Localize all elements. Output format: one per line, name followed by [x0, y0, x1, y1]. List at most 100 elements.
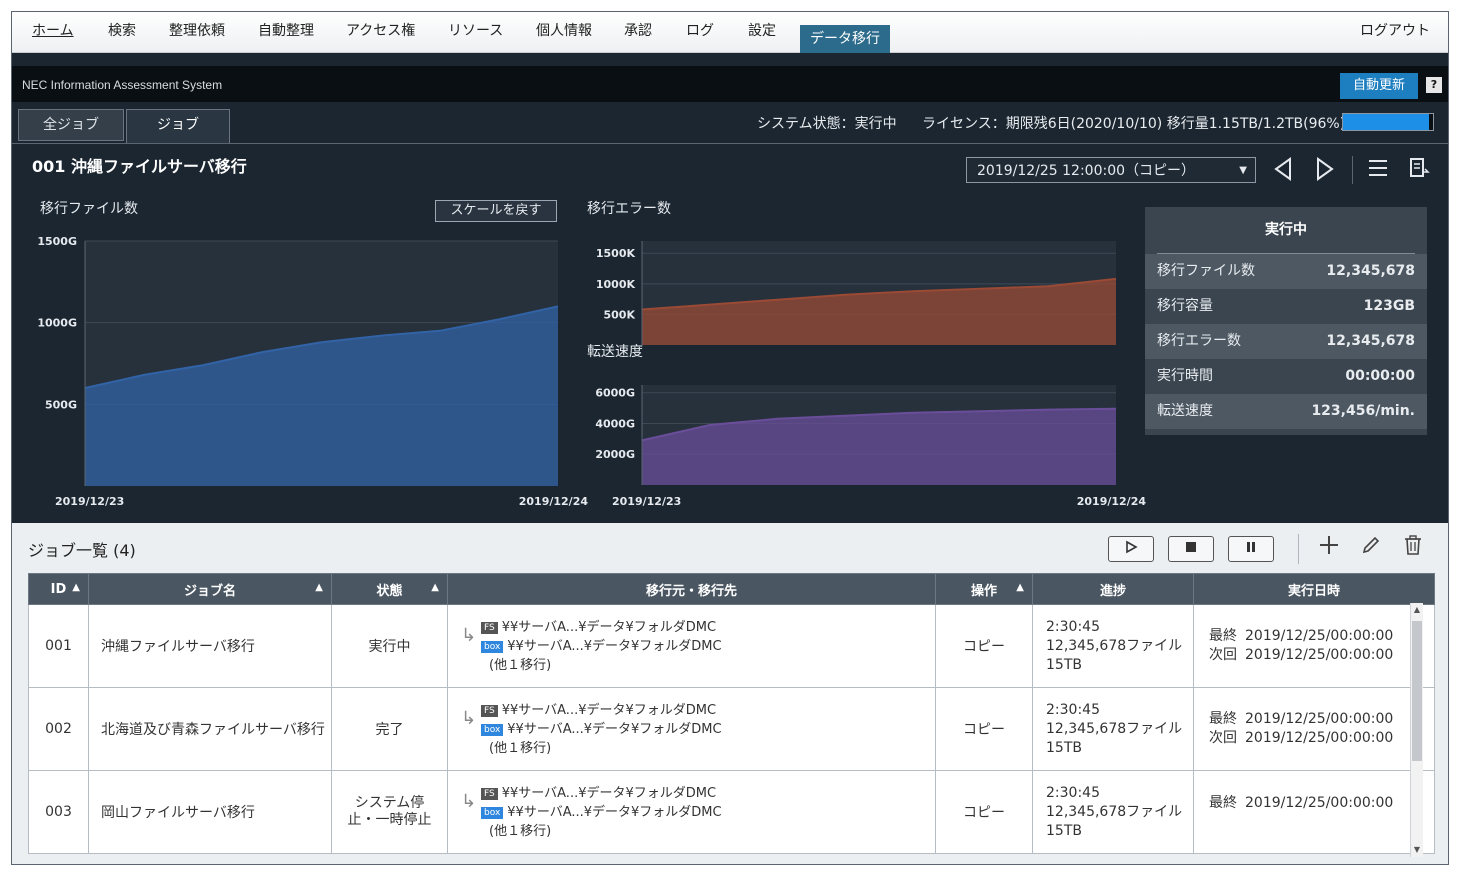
job-list-title: ジョブ一覧 (4) [28, 541, 136, 560]
menu-log[interactable]: ログ [686, 12, 714, 52]
stat-value: 12,345,678 [1326, 263, 1415, 279]
stat-label: 移行容量 [1157, 298, 1213, 314]
top-menu-bar: ホーム 検索 整理依頼 自動整理 アクセス権 リソース 個人情報 承認 ログ 設… [12, 12, 1448, 55]
menu-auto-cleanup[interactable]: 自動整理 [258, 12, 314, 52]
cell-source-destination: ↳ FS ¥¥サーバA...¥データ¥フォルダDMC box ¥¥サーバA...¥デ… [447, 770, 936, 854]
job-list-scrollbar[interactable]: ▲ ▼ [1410, 603, 1423, 857]
stat-row: 実行時間 00:00:00 [1145, 359, 1427, 394]
table-row[interactable]: 002 北海道及び青森ファイルサーバ移行 完了 ↳ FS ¥¥サーバA...¥デー… [28, 687, 1435, 771]
cell-id: 003 [28, 770, 89, 854]
reset-scale-button[interactable]: スケールを戻す [435, 200, 557, 222]
stat-label: 実行時間 [1157, 368, 1213, 384]
stat-row: 移行ファイル数 12,345,678 [1145, 254, 1427, 289]
scroll-down-icon[interactable]: ▼ [1411, 843, 1423, 857]
job-list-panel: ジョブ一覧 (4) ID ▲ ジョブ名 ▲ 状態 ▲ 移行元・移行先 操作 ▲ … [12, 523, 1448, 864]
stat-label: 移行エラー数 [1157, 333, 1241, 349]
menu-approval[interactable]: 承認 [624, 12, 652, 52]
y-tick-label: 1500K [596, 247, 636, 260]
tab-job[interactable]: ジョブ [126, 109, 230, 144]
stat-value: 12,345,678 [1326, 333, 1415, 349]
more-migrations: (他１移行) [489, 823, 552, 839]
chevron-down-icon: ▼ [1239, 165, 1247, 176]
license-usage-fill [1343, 114, 1430, 130]
stat-value: 00:00:00 [1345, 368, 1415, 384]
menu-personal-info[interactable]: 個人情報 [536, 12, 592, 52]
cell-source-destination: ↳ FS ¥¥サーバA...¥データ¥フォルダDMC box ¥¥サーバA...¥デ… [447, 687, 936, 771]
destination-path: ¥¥サーバA...¥データ¥フォルダDMC [507, 721, 722, 737]
list-menu-icon[interactable] [1365, 157, 1391, 183]
y-tick-label: 500G [45, 398, 77, 411]
sort-asc-icon: ▲ [431, 582, 439, 593]
branch-arrow-icon: ↳ [461, 707, 477, 729]
menu-resources[interactable]: リソース [448, 12, 503, 52]
table-row[interactable]: 001 沖縄ファイルサーバ移行 実行中 ↳ FS ¥¥サーバA...¥データ¥フォ… [28, 604, 1435, 688]
col-id[interactable]: ID ▲ [28, 573, 89, 605]
help-icon[interactable]: ? [1426, 77, 1442, 93]
cell-status: 完了 [331, 687, 448, 771]
y-tick-label: 1500G [37, 235, 77, 248]
x-tick-label: 2019/12/23 [55, 495, 124, 508]
source-path: ¥¥サーバA...¥データ¥フォルダDMC [501, 785, 717, 801]
col-operation[interactable]: 操作 ▲ [935, 573, 1033, 605]
y-tick-label: 1000K [596, 278, 636, 291]
x-tick-label: 2019/12/24 [1077, 495, 1147, 508]
tab-divider [12, 143, 1448, 144]
menu-access-rights[interactable]: アクセス権 [346, 12, 415, 52]
errors-chart-title: 移行エラー数 [587, 201, 671, 217]
tab-all-jobs[interactable]: 全ジョブ [18, 109, 124, 141]
trash-icon[interactable] [1400, 535, 1426, 561]
previous-icon[interactable] [1270, 157, 1296, 183]
scroll-thumb[interactable] [1412, 621, 1422, 761]
next-icon[interactable] [1312, 157, 1338, 183]
files-chart-title: 移行ファイル数 [40, 201, 138, 217]
menu-settings[interactable]: 設定 [748, 12, 776, 52]
sort-asc-icon: ▲ [72, 582, 80, 593]
app-window: ホーム 検索 整理依頼 自動整理 アクセス権 リソース 個人情報 承認 ログ 設… [11, 11, 1449, 865]
stat-label: 移行ファイル数 [1157, 263, 1255, 279]
cell-operation: コピー [935, 687, 1033, 771]
menu-cleanup-request[interactable]: 整理依頼 [169, 12, 225, 52]
cell-progress: 2:30:45 12,345,678ファイル 15TB [1032, 604, 1194, 688]
cell-progress: 2:30:45 12,345,678ファイル 15TB [1032, 687, 1194, 771]
export-icon[interactable] [1406, 157, 1432, 183]
stop-button[interactable] [1168, 536, 1214, 562]
cell-job-name: 沖縄ファイルサーバ移行 [88, 604, 332, 688]
job-stats-panel: 実行中 移行ファイル数 12,345,678 移行容量 123GB 移行エラー数 12… [1145, 207, 1427, 435]
destination-path: ¥¥サーバA...¥データ¥フォルダDMC [507, 638, 722, 654]
branch-arrow-icon: ↳ [461, 624, 477, 646]
menu-home[interactable]: ホーム [32, 12, 74, 52]
col-job-name[interactable]: ジョブ名 ▲ [88, 573, 332, 605]
source-path: ¥¥サーバA...¥データ¥フォルダDMC [501, 702, 717, 718]
sort-asc-icon: ▲ [1016, 582, 1024, 593]
more-migrations: (他１移行) [489, 740, 552, 756]
add-icon[interactable] [1316, 535, 1342, 561]
menu-search[interactable]: 検索 [108, 12, 136, 52]
branch-arrow-icon: ↳ [461, 790, 477, 812]
cell-source-destination: ↳ FS ¥¥サーバA...¥データ¥フォルダDMC box ¥¥サーバA...¥デ… [447, 604, 936, 688]
errors-chart: 500K 1000K 1500K [596, 241, 1117, 345]
menu-data-migration[interactable]: データ移行 [800, 25, 890, 55]
run-datetime-value: 2019/12/25 12:00:00（コピー） [977, 163, 1196, 179]
job-title: 001 沖縄ファイルサーバ移行 [32, 157, 247, 176]
table-row[interactable]: 003 岡山ファイルサーバ移行 システム停止・一時停止 ↳ FS ¥¥サーバA..… [28, 770, 1435, 854]
destination-path: ¥¥サーバA...¥データ¥フォルダDMC [507, 804, 722, 820]
x-tick-label: 2019/12/24 [519, 495, 589, 508]
scroll-up-icon[interactable]: ▲ [1411, 603, 1423, 617]
play-button[interactable] [1108, 536, 1154, 562]
x-tick-label: 2019/12/23 [612, 495, 681, 508]
fs-badge: FS [481, 787, 498, 800]
y-tick-label: 500K [604, 308, 636, 321]
cell-id: 001 [28, 604, 89, 688]
col-status[interactable]: 状態 ▲ [331, 573, 448, 605]
col-progress: 進捗 [1032, 573, 1194, 605]
pause-button[interactable] [1228, 536, 1274, 562]
auto-refresh-button[interactable]: 自動更新 [1340, 73, 1418, 99]
logout-link[interactable]: ログアウト [1360, 12, 1430, 52]
col-source-destination: 移行元・移行先 [447, 573, 936, 605]
run-datetime-select[interactable]: 2019/12/25 12:00:00（コピー） ▼ [966, 157, 1256, 183]
cell-job-name: 岡山ファイルサーバ移行 [88, 770, 332, 854]
edit-icon[interactable] [1358, 535, 1384, 561]
system-name: NEC Information Assessment System [22, 78, 223, 92]
job-table: ID ▲ ジョブ名 ▲ 状態 ▲ 移行元・移行先 操作 ▲ 進捗 実行日時 001 沖縄… [28, 573, 1435, 854]
job-status-heading: 実行中 [1157, 207, 1415, 254]
